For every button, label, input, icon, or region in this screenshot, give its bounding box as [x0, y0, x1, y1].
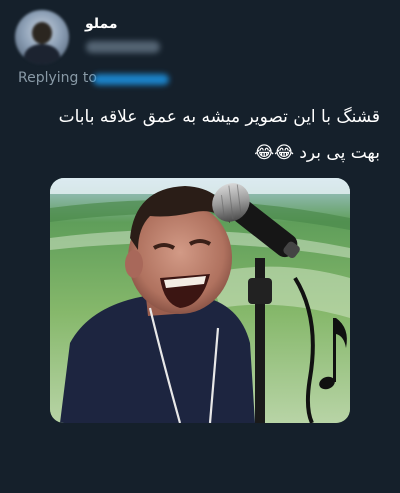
avatar-body [24, 44, 60, 64]
replying-to-label: Replying to [18, 70, 97, 86]
tweet-media-image[interactable] [50, 178, 350, 423]
author-handle-blurred [86, 41, 160, 53]
tweet-header: مملو [0, 0, 400, 70]
tweet-text-line: بهت پی برد 😂😂 [254, 143, 380, 163]
author-avatar[interactable] [15, 10, 69, 64]
tweet-text: قشنگ با این تصویر میشه به عمق علاقه بابا… [20, 99, 380, 171]
tweet-text-line: قشنگ با این تصویر میشه به عمق علاقه بابا… [58, 107, 380, 127]
laughing-man-microphone-image [50, 178, 350, 423]
replying-to-handle-blurred[interactable] [93, 74, 169, 85]
avatar-head [32, 22, 52, 44]
author-display-name[interactable]: مملو [85, 16, 118, 32]
